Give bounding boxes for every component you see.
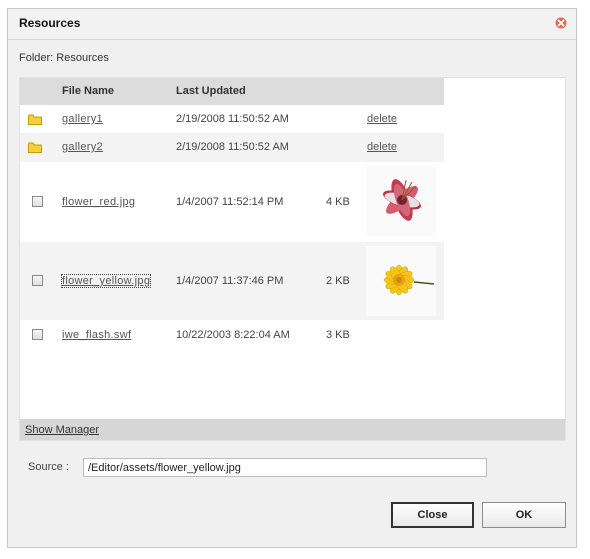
- column-header-file-name[interactable]: File Name: [62, 85, 114, 97]
- select-checkbox[interactable]: [32, 329, 43, 340]
- table-row: flower_yellow.jpg 1/4/2007 11:37:46 PM 2…: [20, 242, 444, 320]
- last-updated-cell: 1/4/2007 11:37:46 PM: [176, 275, 284, 287]
- folder-icon: [28, 142, 42, 153]
- close-button[interactable]: Close: [391, 502, 474, 528]
- yellow-daisy-thumbnail[interactable]: [366, 246, 436, 316]
- file-list-panel: File Name Last Updated gallery1 2/19/200…: [19, 77, 566, 441]
- table-row: gallery2 2/19/2008 11:50:52 AM delete: [20, 133, 444, 162]
- folder-icon: [28, 114, 42, 125]
- file-link-flower-red[interactable]: flower_red.jpg: [62, 196, 135, 208]
- red-lily-thumbnail[interactable]: [366, 166, 436, 236]
- file-size-cell: 2 KB: [326, 275, 350, 287]
- folder-link-gallery2[interactable]: gallery2: [62, 141, 103, 153]
- last-updated-cell: 10/22/2003 8:22:04 AM: [176, 329, 290, 341]
- source-label: Source :: [28, 461, 69, 473]
- table-row: flower_red.jpg 1/4/2007 11:52:14 PM 4 KB: [20, 162, 444, 242]
- ok-button[interactable]: OK: [482, 502, 566, 528]
- table-row: iwe_flash.swf 10/22/2003 8:22:04 AM 3 KB: [20, 320, 444, 348]
- resources-dialog: Resources Folder: Resources File Name La…: [7, 8, 577, 548]
- panel-footer: Show Manager: [20, 419, 565, 440]
- delete-link[interactable]: delete: [367, 141, 397, 153]
- table-header: File Name Last Updated: [20, 78, 444, 105]
- select-checkbox[interactable]: [32, 196, 43, 207]
- show-manager-link[interactable]: Show Manager: [25, 424, 99, 436]
- dialog-titlebar: Resources: [8, 9, 576, 40]
- select-checkbox[interactable]: [32, 275, 43, 286]
- column-header-last-updated[interactable]: Last Updated: [176, 85, 246, 97]
- file-size-cell: 4 KB: [326, 196, 350, 208]
- file-link-flower-yellow[interactable]: flower_yellow.jpg: [60, 274, 152, 288]
- last-updated-cell: 2/19/2008 11:50:52 AM: [176, 141, 289, 153]
- close-icon[interactable]: [555, 17, 567, 29]
- folder-link-gallery1[interactable]: gallery1: [62, 113, 103, 125]
- table-row: gallery1 2/19/2008 11:50:52 AM delete: [20, 106, 444, 133]
- dialog-title: Resources: [19, 16, 81, 30]
- source-input[interactable]: [83, 458, 487, 477]
- delete-link[interactable]: delete: [367, 113, 397, 125]
- file-link-iwe-flash[interactable]: iwe_flash.swf: [62, 329, 131, 341]
- current-folder-label: Folder: Resources: [19, 52, 109, 64]
- file-size-cell: 3 KB: [326, 329, 350, 341]
- last-updated-cell: 1/4/2007 11:52:14 PM: [176, 196, 284, 208]
- last-updated-cell: 2/19/2008 11:50:52 AM: [176, 113, 289, 125]
